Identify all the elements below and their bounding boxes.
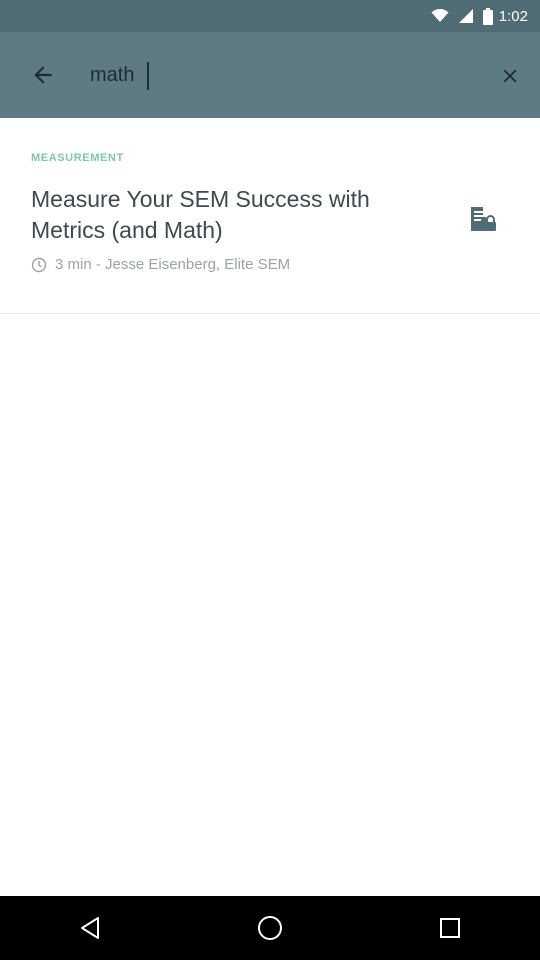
- system-navigation-bar: [0, 896, 540, 960]
- clock-icon: [31, 257, 47, 272]
- nav-home-button[interactable]: [225, 896, 315, 960]
- nav-home-icon: [258, 916, 282, 940]
- nav-back-icon: [81, 917, 99, 939]
- result-title: Measure Your SEM Success with Metrics (a…: [31, 186, 370, 243]
- result-divider: [0, 313, 540, 314]
- wifi-icon: [431, 9, 449, 22]
- result-meta-text: 3 min - Jesse Eisenberg, Elite SEM: [55, 256, 291, 273]
- status-icons: [431, 7, 493, 25]
- nav-back-button[interactable]: [45, 896, 135, 960]
- back-button[interactable]: [0, 32, 86, 118]
- signal-icon: [458, 9, 473, 23]
- locked-article-icon: [471, 207, 496, 231]
- search-input[interactable]: [90, 56, 460, 94]
- battery-icon: [482, 7, 493, 25]
- result-meta: 3 min - Jesse Eisenberg, Elite SEM: [31, 256, 290, 273]
- text-cursor: [147, 62, 149, 90]
- result-category: MEASUREMENT: [31, 152, 124, 164]
- clear-search-button[interactable]: [488, 54, 532, 98]
- nav-recents-icon: [440, 918, 460, 938]
- close-icon: [503, 69, 517, 83]
- back-arrow-icon: [34, 66, 52, 84]
- search-toolbar: [0, 32, 540, 118]
- status-bar: 1:02: [0, 0, 540, 32]
- nav-recents-button[interactable]: [405, 896, 495, 960]
- search-result-item[interactable]: MEASUREMENT Measure Your SEM Success wit…: [0, 118, 540, 314]
- status-time: 1:02: [498, 7, 528, 25]
